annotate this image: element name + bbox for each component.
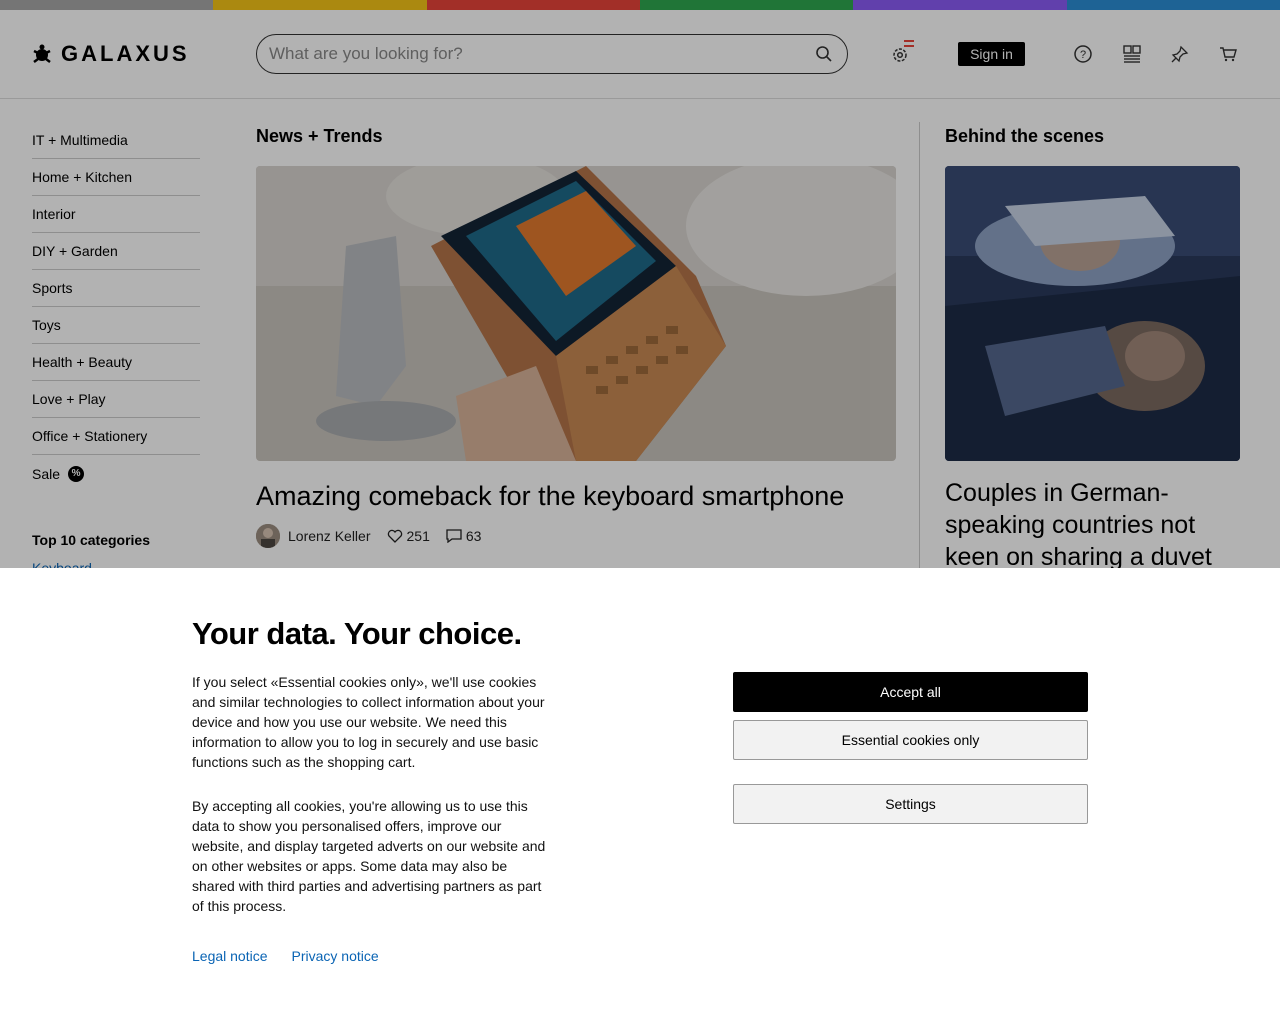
modal-backdrop <box>0 0 1280 568</box>
accept-all-button[interactable]: Accept all <box>733 672 1088 712</box>
essential-cookies-button[interactable]: Essential cookies only <box>733 720 1088 760</box>
legal-notice-link[interactable]: Legal notice <box>192 948 268 964</box>
cookie-title: Your data. Your choice. <box>192 616 522 651</box>
cookie-consent-panel: Your data. Your choice. If you select «E… <box>0 568 1280 1024</box>
cookie-settings-button[interactable]: Settings <box>733 784 1088 824</box>
cookie-paragraph-essential: If you select «Essential cookies only», … <box>192 674 545 770</box>
legal-links: Legal notice Privacy notice <box>192 948 403 964</box>
cookie-paragraph-accept: By accepting all cookies, you're allowin… <box>192 798 546 914</box>
privacy-notice-link[interactable]: Privacy notice <box>292 948 379 964</box>
